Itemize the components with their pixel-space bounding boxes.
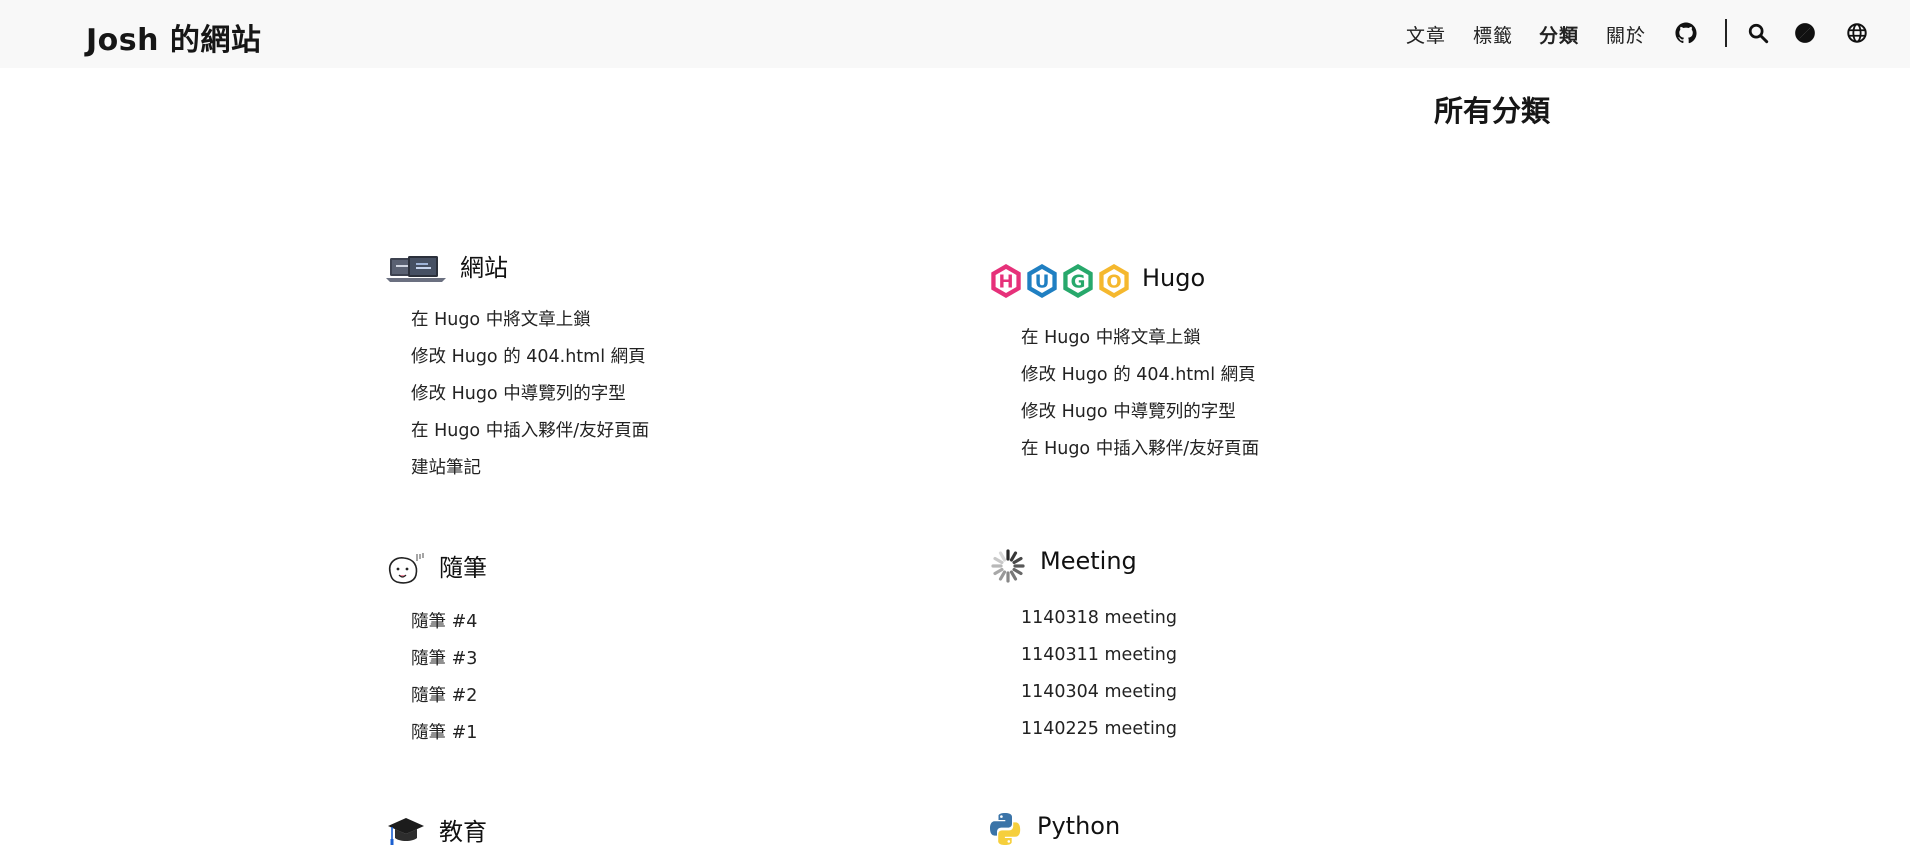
spinner-spoke: [993, 556, 1004, 565]
category-title[interactable]: 隨筆: [439, 548, 487, 583]
hugo-logo-letter: H: [998, 272, 1013, 293]
globe-icon[interactable]: [1846, 22, 1868, 44]
post-link[interactable]: 在 Hugo 中將文章上鎖: [411, 306, 591, 331]
category-title[interactable]: Meeting: [1040, 547, 1137, 575]
category-title[interactable]: Python: [1037, 812, 1120, 840]
spinner-spoke: [1009, 551, 1018, 562]
page-title: 所有分類: [1434, 94, 1551, 128]
post-link[interactable]: 修改 Hugo 中導覽列的字型: [1021, 398, 1236, 423]
nav-tags[interactable]: 標籤: [1473, 21, 1513, 48]
post-link[interactable]: 1140318 meeting: [1021, 608, 1177, 628]
post-link[interactable]: 1140304 meeting: [1021, 682, 1177, 702]
post-link[interactable]: 隨筆 #2: [411, 682, 477, 707]
spinner-spoke: [1009, 570, 1018, 581]
post-link[interactable]: 在 Hugo 中插入夥伴/友好頁面: [1021, 435, 1259, 460]
top-navbar: Josh 的網站 文章 標籤 分類 關於: [0, 0, 1910, 68]
post-link[interactable]: 修改 Hugo 的 404.html 網頁: [1021, 361, 1256, 386]
nav-categories[interactable]: 分類: [1539, 21, 1579, 48]
hugo-logo-letter: G: [1071, 272, 1086, 293]
category-title[interactable]: Hugo: [1142, 264, 1205, 292]
nav-about[interactable]: 關於: [1606, 21, 1646, 48]
category-title[interactable]: 教育: [439, 812, 487, 847]
spinner-spoke: [1012, 567, 1023, 576]
spinner-spoke: [1012, 556, 1023, 565]
python-logo-icon: [989, 812, 1021, 850]
post-link[interactable]: 建站筆記: [411, 454, 481, 479]
hugo-logo-letter: U: [1035, 272, 1050, 293]
post-link[interactable]: 1140225 meeting: [1021, 719, 1177, 739]
category-title[interactable]: 網站: [460, 248, 508, 283]
search-icon[interactable]: [1747, 22, 1769, 44]
nav-divider: [1725, 19, 1727, 47]
github-icon[interactable]: [1675, 22, 1697, 44]
post-link[interactable]: 在 Hugo 中將文章上鎖: [1021, 324, 1201, 349]
spinner-spoke: [998, 551, 1007, 562]
post-link[interactable]: 隨筆 #4: [411, 608, 477, 633]
post-link[interactable]: 1140311 meeting: [1021, 645, 1177, 665]
spinner-spoke: [993, 567, 1004, 576]
nav-posts[interactable]: 文章: [1406, 21, 1446, 48]
theme-toggle-icon[interactable]: [1794, 22, 1816, 44]
graduation-cap-icon: [386, 814, 426, 852]
post-link[interactable]: 隨筆 #1: [411, 719, 477, 744]
laptop-icon: [386, 254, 446, 290]
hugo-logo-letter: O: [1106, 272, 1121, 293]
doodle-face-icon: [386, 550, 426, 590]
hugo-logo-icon: H UGO: [989, 262, 1131, 304]
spinner-icon: [989, 547, 1027, 589]
post-link[interactable]: 在 Hugo 中插入夥伴/友好頁面: [411, 417, 649, 442]
post-link[interactable]: 修改 Hugo 的 404.html 網頁: [411, 343, 646, 368]
site-title[interactable]: Josh 的網站: [86, 15, 261, 59]
spinner-spoke: [998, 570, 1007, 581]
post-link[interactable]: 隨筆 #3: [411, 645, 477, 670]
post-link[interactable]: 修改 Hugo 中導覽列的字型: [411, 380, 626, 405]
